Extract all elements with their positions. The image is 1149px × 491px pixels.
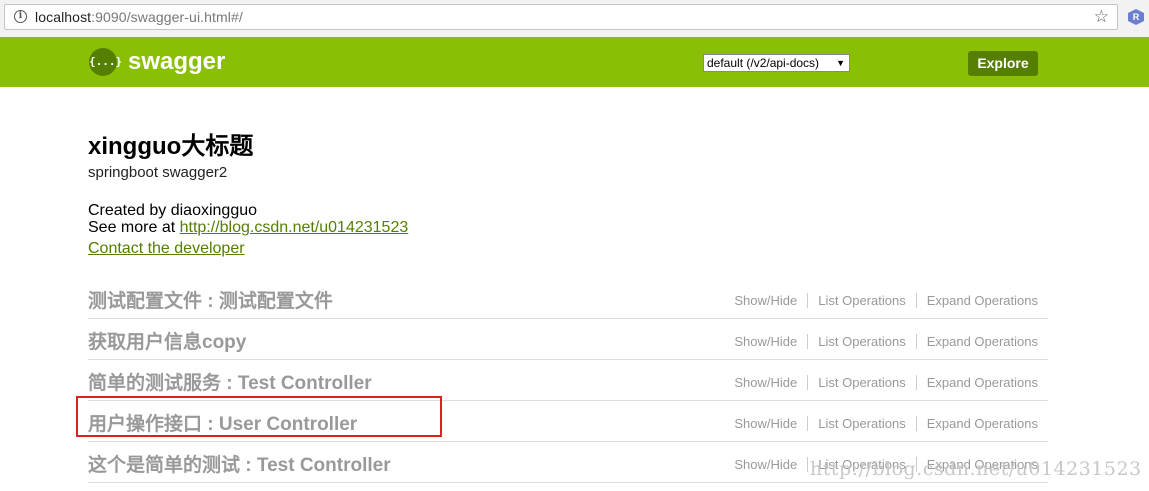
- divider: [915, 375, 917, 390]
- contact-developer-link[interactable]: Contact the developer: [88, 239, 245, 258]
- resource-operations: Show/Hide List Operations Expand Operation…: [734, 375, 1038, 390]
- list-operations-link[interactable]: List Operations: [818, 293, 905, 308]
- divider: [915, 334, 917, 349]
- url-host: localhost: [35, 9, 92, 25]
- expand-operations-link[interactable]: Expand Operations: [927, 293, 1038, 308]
- see-more: See more at http://blog.csdn.net/u014231…: [88, 219, 408, 236]
- resource-operations: Show/Hide List Operations Expand Operation…: [734, 293, 1038, 308]
- swagger-header: {...} swagger default (/v2/api-docs) ▼ E…: [0, 37, 1149, 87]
- resource-row: 获取用户信息copy Show/Hide List Operations Expan…: [88, 318, 1048, 360]
- resource-operations: Show/Hide List Operations Expand Operation…: [734, 334, 1038, 349]
- bookmark-star-icon[interactable]: ☆: [1094, 7, 1109, 27]
- divider: [807, 416, 809, 431]
- show-hide-link[interactable]: Show/Hide: [734, 457, 797, 472]
- divider: [807, 334, 809, 349]
- divider: [807, 375, 809, 390]
- watermark: http://blog.csdn.net/u014231523: [810, 458, 1142, 480]
- show-hide-link[interactable]: Show/Hide: [734, 416, 797, 431]
- url-path: :9090/swagger-ui.html#/: [91, 9, 243, 25]
- resource-name[interactable]: 获取用户信息copy: [88, 327, 246, 354]
- api-docs-select[interactable]: default (/v2/api-docs) ▼: [703, 54, 850, 72]
- extension-icon[interactable]: R: [1128, 9, 1144, 25]
- resource-name[interactable]: 简单的测试服务 : Test Controller: [88, 368, 372, 395]
- resource-row: 测试配置文件 : 测试配置文件 Show/Hide List Operations…: [88, 277, 1048, 319]
- list-operations-link[interactable]: List Operations: [818, 375, 905, 390]
- expand-operations-link[interactable]: Expand Operations: [927, 416, 1038, 431]
- resource-row: 简单的测试服务 : Test Controller Show/Hide List …: [88, 359, 1048, 401]
- info-icon[interactable]: i: [14, 10, 27, 23]
- resource-name[interactable]: 这个是简单的测试 : Test Controller: [88, 450, 391, 477]
- show-hide-link[interactable]: Show/Hide: [734, 334, 797, 349]
- divider: [915, 293, 917, 308]
- blog-link[interactable]: http://blog.csdn.net/u014231523: [180, 219, 409, 236]
- show-hide-link[interactable]: Show/Hide: [734, 293, 797, 308]
- url-text[interactable]: localhost:9090/swagger-ui.html#/: [35, 9, 243, 25]
- swagger-logo-icon[interactable]: {...}: [89, 48, 122, 76]
- created-by: Created by diaoxingguo: [88, 202, 258, 219]
- divider: [915, 416, 917, 431]
- show-hide-link[interactable]: Show/Hide: [734, 375, 797, 390]
- dropdown-arrow-icon: ▼: [836, 58, 845, 68]
- api-description: springboot swagger2: [88, 164, 228, 181]
- swagger-logo-text[interactable]: swagger: [128, 48, 225, 76]
- list-operations-link[interactable]: List Operations: [818, 334, 905, 349]
- explore-button[interactable]: Explore: [968, 51, 1038, 76]
- list-operations-link[interactable]: List Operations: [818, 416, 905, 431]
- browser-toolbar: i localhost:9090/swagger-ui.html#/ ☆ R: [0, 0, 1149, 37]
- expand-operations-link[interactable]: Expand Operations: [927, 334, 1038, 349]
- expand-operations-link[interactable]: Expand Operations: [927, 375, 1038, 390]
- address-bar[interactable]: i localhost:9090/swagger-ui.html#/ ☆: [4, 4, 1118, 30]
- api-docs-select-value: default (/v2/api-docs): [707, 56, 820, 70]
- see-more-prefix: See more at: [88, 219, 180, 236]
- resource-name[interactable]: 测试配置文件 : 测试配置文件: [88, 286, 333, 313]
- annotation-highlight-box: [76, 396, 442, 437]
- page-title: xingguo大标题: [88, 133, 254, 160]
- divider: [807, 457, 809, 472]
- resource-operations: Show/Hide List Operations Expand Operation…: [734, 416, 1038, 431]
- divider: [807, 293, 809, 308]
